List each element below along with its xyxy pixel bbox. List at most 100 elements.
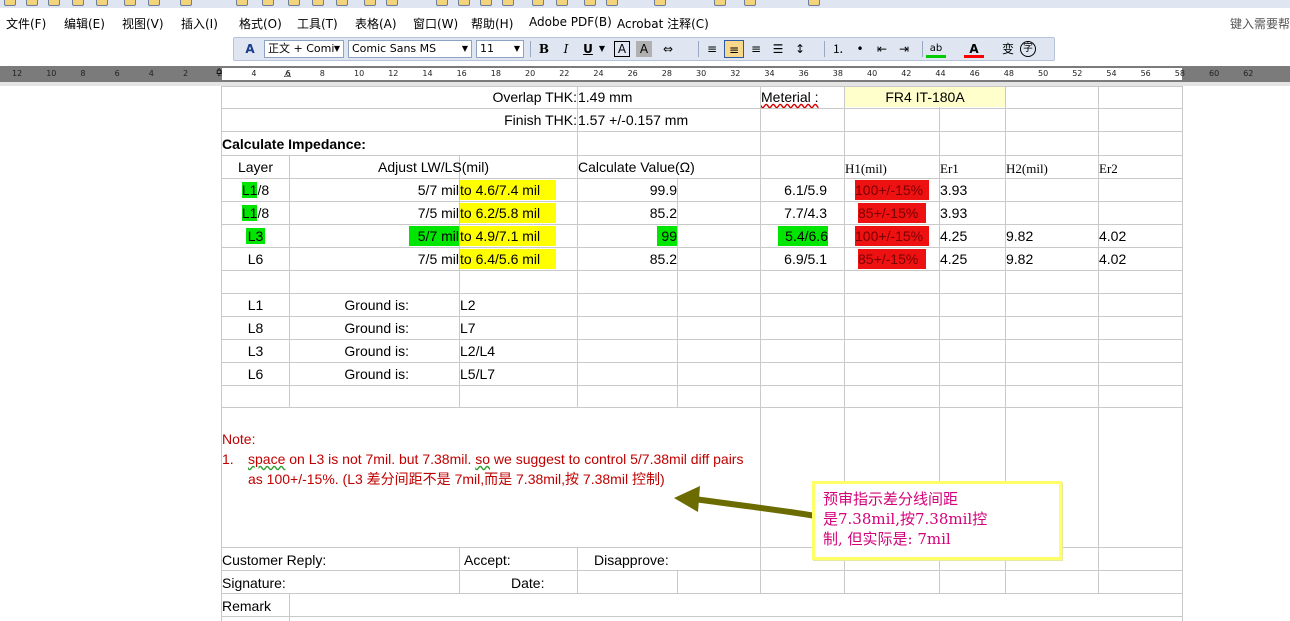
calculate-title: Calculate Impedance: bbox=[222, 136, 366, 152]
hyperlink-icon[interactable] bbox=[436, 0, 448, 6]
spelling-icon[interactable] bbox=[236, 0, 248, 6]
ruler-tick-label: 38 bbox=[832, 69, 843, 78]
highlight-icon[interactable]: ab bbox=[926, 40, 946, 58]
increase-indent-icon[interactable]: ⇥ bbox=[894, 40, 914, 58]
standard-toolbar bbox=[0, 0, 1290, 8]
ground-label: Ground is: bbox=[344, 343, 409, 359]
menu-tools[interactable]: 工具(T) bbox=[297, 15, 338, 32]
menu-view[interactable]: 视图(V) bbox=[122, 15, 164, 32]
menu-acrobat-comments[interactable]: Acrobat 注释(C) bbox=[617, 15, 709, 32]
layer-cell: L1/8 bbox=[222, 203, 289, 223]
menu-help[interactable]: 帮助(H) bbox=[471, 15, 513, 32]
ground-label: Ground is: bbox=[344, 366, 409, 382]
ruler-tick-label: 10 bbox=[354, 69, 365, 78]
horizontal-ruler[interactable]: 12 10 8 6 4 2 2 4 6 8 10 12 14 16 18 20 22 24 26 28 30 32 34 36… bbox=[0, 66, 1290, 82]
decrease-indent-icon[interactable]: ⇤ bbox=[872, 40, 892, 58]
ruler-tick-label: 18 bbox=[490, 69, 501, 78]
ruler-tick-label: 12 bbox=[388, 69, 399, 78]
style-select[interactable]: 正文 + Comi ▼ bbox=[264, 40, 344, 58]
grid-line bbox=[221, 108, 1183, 109]
open-folder-icon[interactable] bbox=[26, 0, 38, 6]
bullets-icon[interactable]: • bbox=[850, 40, 870, 58]
show-hide-icon[interactable] bbox=[606, 0, 618, 6]
tab-stop-marker-icon[interactable]: △ bbox=[284, 69, 291, 79]
permission-icon[interactable] bbox=[72, 0, 84, 6]
font-select[interactable]: Comic Sans MS ▼ bbox=[348, 40, 472, 58]
enclose-characters-button[interactable]: 字 bbox=[1020, 41, 1036, 57]
menu-format[interactable]: 格式(O) bbox=[239, 15, 282, 32]
numbering-icon[interactable]: ⒈ bbox=[828, 40, 848, 58]
redo-icon[interactable] bbox=[386, 0, 398, 6]
tables-borders-icon[interactable] bbox=[458, 0, 470, 6]
menu-window[interactable]: 窗口(W) bbox=[413, 15, 458, 32]
signature-label: Signature: bbox=[222, 575, 286, 591]
ruler-tick-label: 16 bbox=[456, 69, 467, 78]
drawing-icon[interactable] bbox=[556, 0, 568, 6]
left-indent-marker-icon[interactable]: ⌂ bbox=[216, 66, 222, 77]
menu-adobe-pdf[interactable]: Adobe PDF(B) bbox=[529, 15, 612, 29]
grid-line bbox=[221, 385, 1183, 386]
note-number: 1. bbox=[222, 451, 234, 467]
annotation-callout[interactable]: 预审指示差分线间距 是7.38mil,按7.38mil控 制, 但实际是: 7m… bbox=[812, 481, 1062, 560]
copy-icon[interactable] bbox=[288, 0, 300, 6]
menu-insert[interactable]: 插入(I) bbox=[181, 15, 218, 32]
lwls-cell: 5/7 mil bbox=[417, 182, 459, 198]
character-shading-button[interactable]: A bbox=[636, 41, 652, 57]
line-spacing-icon[interactable]: ↕ bbox=[790, 40, 810, 58]
underline-dropdown-icon[interactable]: ▼ bbox=[592, 40, 612, 58]
columns-icon[interactable] bbox=[532, 0, 544, 6]
menu-edit[interactable]: 编辑(E) bbox=[64, 15, 105, 32]
undo-icon[interactable] bbox=[364, 0, 376, 6]
font-color-icon[interactable]: A bbox=[964, 40, 984, 58]
er2-cell: 4.02 bbox=[1099, 228, 1127, 244]
header-h2: H2(mil) bbox=[1006, 161, 1048, 176]
note-block: Note: 1. space on L3 is not 7mil. but 7.… bbox=[222, 429, 762, 487]
insert-table-icon[interactable] bbox=[480, 0, 492, 6]
annotation-arrow bbox=[674, 486, 819, 519]
toolbar-separator bbox=[698, 41, 699, 57]
help-icon[interactable] bbox=[714, 0, 726, 6]
bold-button[interactable]: B bbox=[534, 40, 554, 58]
print-preview-icon[interactable] bbox=[148, 0, 160, 6]
format-painter-icon[interactable] bbox=[336, 0, 348, 6]
grid-line bbox=[221, 131, 1183, 132]
layer-rest: /8 bbox=[257, 205, 270, 221]
print-icon[interactable] bbox=[124, 0, 136, 6]
font-size-select[interactable]: 11 ▼ bbox=[476, 40, 524, 58]
italic-button[interactable]: I bbox=[556, 40, 576, 58]
grid-line bbox=[1182, 86, 1183, 621]
save-icon[interactable] bbox=[48, 0, 60, 6]
layer-highlight: L1 bbox=[241, 182, 258, 198]
insert-excel-icon[interactable] bbox=[502, 0, 514, 6]
new-document-icon[interactable] bbox=[4, 0, 16, 6]
date-label: Date: bbox=[511, 575, 545, 591]
character-scale-icon[interactable]: ⇔ bbox=[658, 40, 678, 58]
read-mode-icon[interactable] bbox=[744, 0, 756, 6]
grid-line bbox=[221, 593, 1183, 594]
cut-icon[interactable] bbox=[262, 0, 274, 6]
ground-ref: L2/L4 bbox=[460, 343, 496, 359]
zoom-box[interactable] bbox=[654, 0, 666, 6]
ruler-tick-label: 24 bbox=[593, 69, 604, 78]
impedance-target-cell: 100+/-15% bbox=[855, 180, 929, 200]
er1-cell: 4.25 bbox=[940, 251, 968, 267]
research-icon[interactable] bbox=[180, 0, 192, 6]
document-map-icon[interactable] bbox=[584, 0, 596, 6]
menu-file[interactable]: 文件(F) bbox=[6, 15, 46, 32]
menu-table[interactable]: 表格(A) bbox=[355, 15, 397, 32]
toolbar-options-icon[interactable] bbox=[808, 0, 820, 6]
character-border-button[interactable]: A bbox=[614, 41, 630, 57]
paste-icon[interactable] bbox=[312, 0, 324, 6]
align-right-icon[interactable]: ≡ bbox=[746, 40, 766, 58]
styles-pane-icon[interactable]: A bbox=[240, 40, 260, 58]
ground-layer: L1 bbox=[247, 297, 264, 313]
phonetic-guide-button[interactable]: 变 bbox=[998, 40, 1018, 58]
h1-cell: 7.7/4.3 bbox=[784, 205, 827, 221]
help-search-box[interactable]: 键入需要帮 bbox=[1230, 15, 1290, 32]
justify-icon[interactable]: ☰ bbox=[768, 40, 788, 58]
email-icon[interactable] bbox=[96, 0, 108, 6]
align-center-icon[interactable]: ≡ bbox=[724, 40, 744, 58]
ruler-tick-label: 36 bbox=[798, 69, 809, 78]
impedance-target-cell: 100+/-15% bbox=[855, 226, 929, 246]
align-left-icon[interactable]: ≡ bbox=[702, 40, 722, 58]
